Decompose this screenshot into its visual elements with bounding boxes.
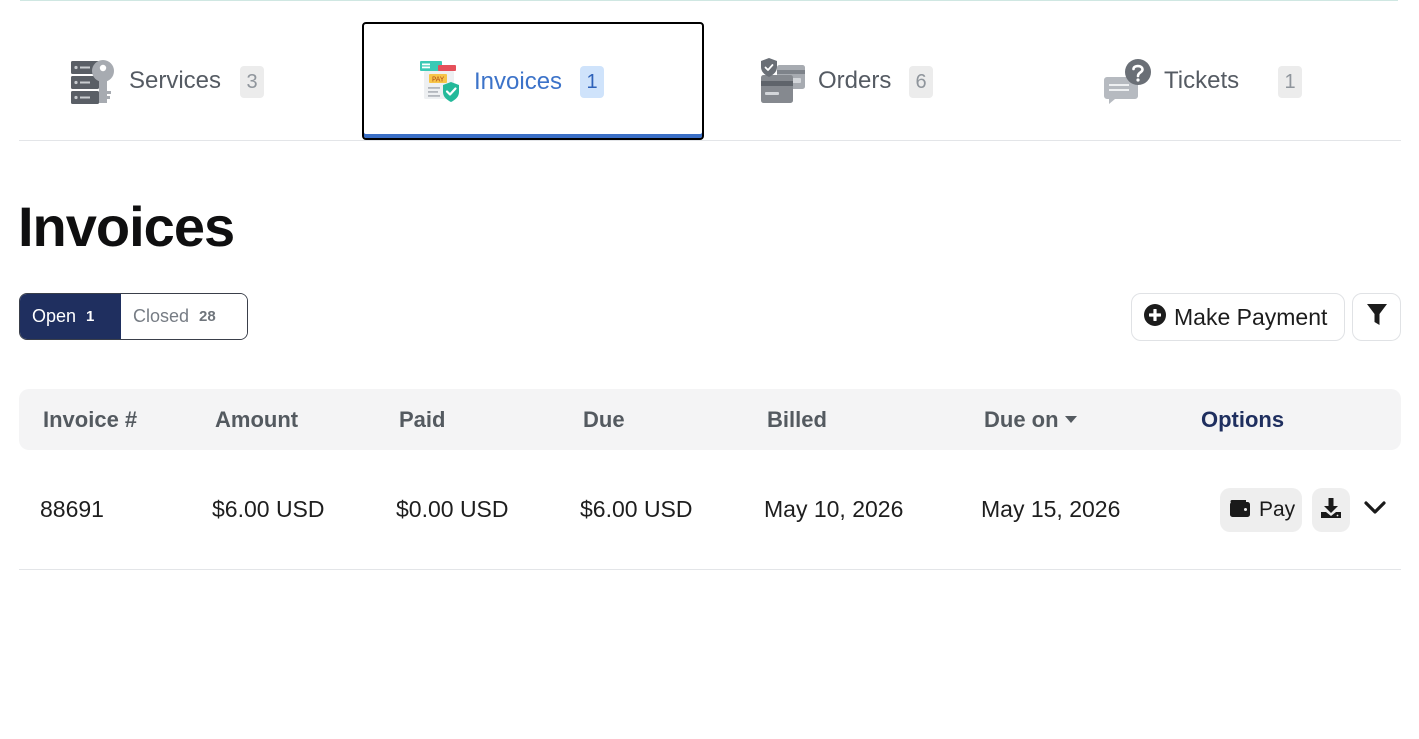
- support-ticket-icon: [1104, 57, 1152, 105]
- column-header-paid[interactable]: Paid: [399, 389, 445, 450]
- order-card-icon: [759, 57, 807, 105]
- chevron-down-icon: [1364, 500, 1386, 520]
- filter-open-button[interactable]: Open 1: [20, 294, 121, 339]
- filter-closed-label: Closed: [133, 306, 190, 326]
- tab-count-badge: 1: [580, 66, 604, 98]
- cell-invoice-number[interactable]: 88691: [40, 450, 104, 569]
- summary-tabs: Services 3 PAY Invoices 1 Orders 6 Ticke…: [19, 22, 1401, 141]
- cell-billed: May 10, 2026: [764, 496, 904, 522]
- tab-label: Tickets: [1164, 67, 1240, 94]
- table-header: Invoice # Amount Paid Due Billed Due on …: [19, 389, 1401, 450]
- tab-invoices[interactable]: PAY Invoices 1: [362, 22, 704, 140]
- column-header-due-on-label: Due on: [984, 407, 1059, 432]
- pay-label: Pay: [1259, 498, 1296, 521]
- expand-row-button[interactable]: [1362, 498, 1388, 522]
- tab-label: Services: [129, 67, 222, 94]
- tab-label: Invoices: [474, 68, 563, 95]
- status-filter-toggle: Open 1 Closed 28: [19, 293, 248, 340]
- column-header-billed[interactable]: Billed: [767, 389, 827, 450]
- funnel-icon: [1366, 303, 1388, 332]
- cell-due-on: May 15, 2026: [981, 496, 1121, 522]
- server-key-icon: [69, 57, 117, 105]
- tab-count-badge: 3: [240, 66, 264, 98]
- top-divider: [20, 0, 1398, 1]
- make-payment-label: Make Payment: [1174, 303, 1328, 330]
- column-header-amount[interactable]: Amount: [215, 389, 298, 450]
- tab-orders[interactable]: Orders 6: [705, 22, 1047, 140]
- filter-closed-count: 28: [199, 308, 216, 325]
- cell-due: $6.00 USD: [580, 496, 693, 522]
- cell-amount: $6.00 USD: [212, 496, 325, 522]
- filter-button[interactable]: [1352, 293, 1401, 341]
- invoice-pay-icon: PAY: [416, 57, 464, 105]
- tab-count-badge: 1: [1278, 66, 1302, 98]
- filter-closed-button[interactable]: Closed 28: [121, 294, 247, 339]
- download-button[interactable]: [1312, 488, 1350, 532]
- filter-open-count: 1: [86, 308, 95, 325]
- plus-circle-icon: [1144, 303, 1166, 331]
- make-payment-button[interactable]: Make Payment: [1131, 293, 1345, 341]
- sort-caret-down-icon: [1064, 415, 1077, 423]
- download-icon: [1320, 497, 1342, 524]
- table-row: 88691 $6.00 USD $0.00 USD $6.00 USD May …: [19, 450, 1401, 570]
- wallet-icon: [1229, 498, 1251, 523]
- cell-paid: $0.00 USD: [396, 496, 509, 522]
- pay-button[interactable]: Pay: [1220, 488, 1302, 532]
- column-header-options: Options: [1201, 407, 1285, 432]
- tab-tickets[interactable]: Tickets 1: [1048, 22, 1390, 140]
- column-header-invoice[interactable]: Invoice #: [43, 389, 137, 450]
- column-header-due-on[interactable]: Due on: [984, 389, 1077, 450]
- svg-text:PAY: PAY: [432, 76, 445, 84]
- tab-count-badge: 6: [909, 66, 933, 98]
- tab-services[interactable]: Services 3: [19, 22, 361, 140]
- column-header-due[interactable]: Due: [583, 389, 625, 450]
- page-title: Invoices: [18, 195, 235, 258]
- tab-label: Orders: [818, 67, 892, 94]
- filter-open-label: Open: [32, 306, 77, 326]
